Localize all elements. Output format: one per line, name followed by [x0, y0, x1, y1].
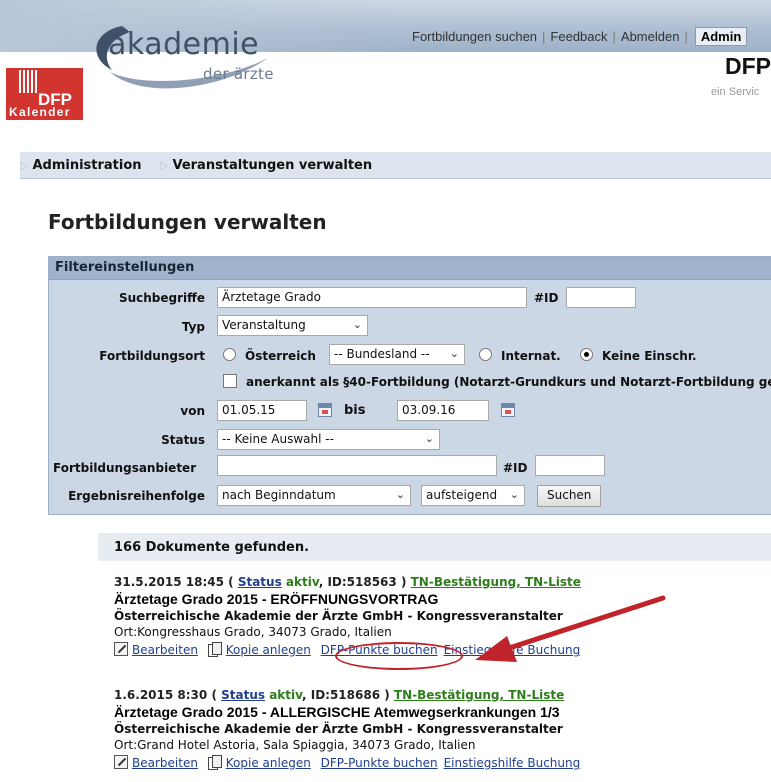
edit-link[interactable]: Bearbeiten — [132, 643, 198, 657]
typ-label: Typ — [181, 320, 205, 334]
copy-link[interactable]: Kopie anlegen — [226, 643, 311, 657]
nav-separator: | — [542, 29, 546, 44]
entry-actions: Bearbeiten Kopie anlegen DFP-Punkte buch… — [114, 755, 771, 770]
suchbegriffe-label: Suchbegriffe — [118, 291, 205, 305]
copy-icon[interactable] — [207, 755, 222, 770]
tn-link[interactable]: TN-Bestätigung, TN-Liste — [411, 575, 581, 589]
id-input[interactable] — [566, 287, 636, 308]
filter-heading-bar: Filtereinstellungen — [49, 257, 771, 280]
copy-link[interactable]: Kopie anlegen — [226, 756, 311, 770]
status-badge: aktiv — [285, 575, 319, 589]
von-date-input[interactable]: 01.05.15 — [217, 400, 307, 421]
bis-date-input[interactable]: 03.09.16 — [397, 400, 489, 421]
page-title: Fortbildungen verwalten — [48, 210, 327, 234]
tn-link[interactable]: TN-Bestätigung, TN-Liste — [394, 688, 564, 702]
chevron-down-icon: ⌄ — [424, 432, 434, 445]
status-link[interactable]: Status — [238, 575, 282, 589]
s40-checkbox[interactable] — [223, 374, 237, 388]
radio-keine-label: Keine Einschr. — [602, 349, 697, 363]
id-label: #ID — [534, 291, 559, 305]
anbieter-id-label: #ID — [503, 461, 528, 475]
entry-datetime: 1.6.2015 8:30 — [114, 688, 208, 702]
s40-checkbox-label: anerkannt als §40-Fortbildung (Notarzt-G… — [246, 375, 771, 389]
entry-location: Ort:Grand Hotel Astoria, Sala Spiaggia, … — [114, 738, 476, 752]
service-text: ein Servic — [711, 86, 760, 98]
dfp-kalender-logo[interactable]: DFP Kalender — [6, 68, 83, 120]
anbieter-input[interactable] — [217, 455, 497, 476]
reihenfolge-select[interactable]: nach Beginndatum ⌄ — [217, 485, 411, 506]
radio-oesterreich[interactable] — [223, 348, 236, 361]
breadcrumb-item-administration[interactable]: ▷ Administration — [20, 158, 142, 173]
logo-main-text: akademie — [108, 27, 260, 62]
anbieter-label: Fortbildungsanbieter — [53, 461, 197, 475]
radio-keine-einschraenkung[interactable] — [580, 348, 593, 361]
von-label: von — [180, 404, 205, 418]
chevron-down-icon: ⌄ — [449, 347, 459, 360]
results-count: 166 Dokumente gefunden. — [114, 540, 310, 555]
status-label: Status — [161, 433, 205, 447]
entry-datetime: 31.5.2015 18:45 — [114, 575, 224, 589]
breadcrumb: ▷ Administration ▷ Veranstaltungen verwalt… — [20, 152, 771, 179]
edit-link[interactable]: Bearbeiten — [132, 756, 198, 770]
dfp-punkte-buchen-link[interactable]: DFP-Punkte buchen — [321, 756, 438, 770]
nav-link-admin[interactable]: Admin — [694, 27, 748, 46]
nav-separator: | — [612, 29, 616, 44]
radio-internat[interactable] — [479, 348, 492, 361]
status-select[interactable]: -- Keine Auswahl -- ⌄ — [217, 429, 440, 450]
status-badge: aktiv — [269, 688, 302, 702]
annotation-highlight-ellipse — [335, 642, 463, 670]
header: akademie der ärzte DFP Kalender Fortbild… — [0, 0, 771, 120]
copy-icon[interactable] — [207, 642, 222, 657]
breadcrumb-item-veranstaltungen[interactable]: ▷ Veranstaltungen verwalten — [160, 158, 372, 173]
edit-icon[interactable] — [114, 755, 128, 769]
badge-bars-icon — [19, 70, 39, 93]
nav-link-abmelden[interactable]: Abmelden — [621, 29, 680, 44]
reihenfolge-label: Ergebnisreihenfolge — [68, 489, 205, 503]
calendar-icon[interactable] — [501, 403, 515, 417]
badge-sub-text: Kalender — [9, 105, 71, 119]
sort-order-select[interactable]: aufsteigend ⌄ — [421, 485, 525, 506]
anbieter-id-input[interactable] — [535, 455, 605, 476]
entry-id: ID:518686 ) — [310, 688, 390, 702]
chevron-down-icon: ⌄ — [352, 318, 362, 331]
status-link[interactable]: Status — [221, 688, 265, 702]
breadcrumb-arrow-icon: ▷ — [160, 159, 169, 172]
chevron-down-icon: ⌄ — [509, 488, 519, 501]
nav-separator: | — [684, 29, 688, 44]
entry-title[interactable]: Ärztetage Grado 2015 - ALLERGISCHE Atemw… — [114, 704, 771, 720]
filter-heading: Filtereinstellungen — [55, 260, 195, 275]
edit-icon[interactable] — [114, 642, 128, 656]
fortbildungsort-label: Fortbildungsort — [99, 349, 205, 363]
entry-meta: 1.6.2015 8:30 ( Status aktiv, ID:518686 … — [114, 688, 565, 702]
breadcrumb-arrow-icon: ▷ — [20, 159, 29, 172]
nav-link-fortbildungen-suchen[interactable]: Fortbildungen suchen — [412, 29, 537, 44]
calendar-icon[interactable] — [318, 403, 332, 417]
annotation-arrow-icon — [475, 595, 666, 662]
search-button[interactable]: Suchen — [537, 485, 602, 507]
top-navigation: Fortbildungen suchen | Feedback | Abmelden | A… — [412, 27, 748, 46]
entry-meta: 31.5.2015 18:45 ( Status aktiv, ID:51856… — [114, 575, 581, 589]
chevron-down-icon: ⌄ — [395, 488, 405, 501]
results-count-bar: 166 Dokumente gefunden. — [98, 533, 771, 561]
einstiegshilfe-link[interactable]: Einstiegshilfe Buchung — [444, 756, 581, 770]
logo-sub-text: der ärzte — [203, 65, 274, 83]
filter-panel: Filtereinstellungen Suchbegriffe Ärzteta… — [48, 256, 771, 515]
brand-right-title: DFP — [725, 53, 771, 79]
list-item: 1.6.2015 8:30 ( Status aktiv, ID:518686 … — [114, 688, 771, 770]
nav-link-feedback[interactable]: Feedback — [550, 29, 607, 44]
typ-select[interactable]: Veranstaltung ⌄ — [217, 315, 368, 336]
radio-internat-label: Internat. — [501, 349, 561, 363]
bis-label: bis — [344, 403, 366, 418]
entry-organizer: Österreichische Akademie der Ärzte GmbH … — [114, 722, 563, 736]
radio-oesterreich-label: Österreich — [245, 349, 316, 363]
suchbegriffe-input[interactable]: Ärztetage Grado — [217, 287, 527, 308]
bundesland-select[interactable]: -- Bundesland -- ⌄ — [329, 344, 465, 365]
entry-id: ID:518563 ) — [327, 575, 407, 589]
